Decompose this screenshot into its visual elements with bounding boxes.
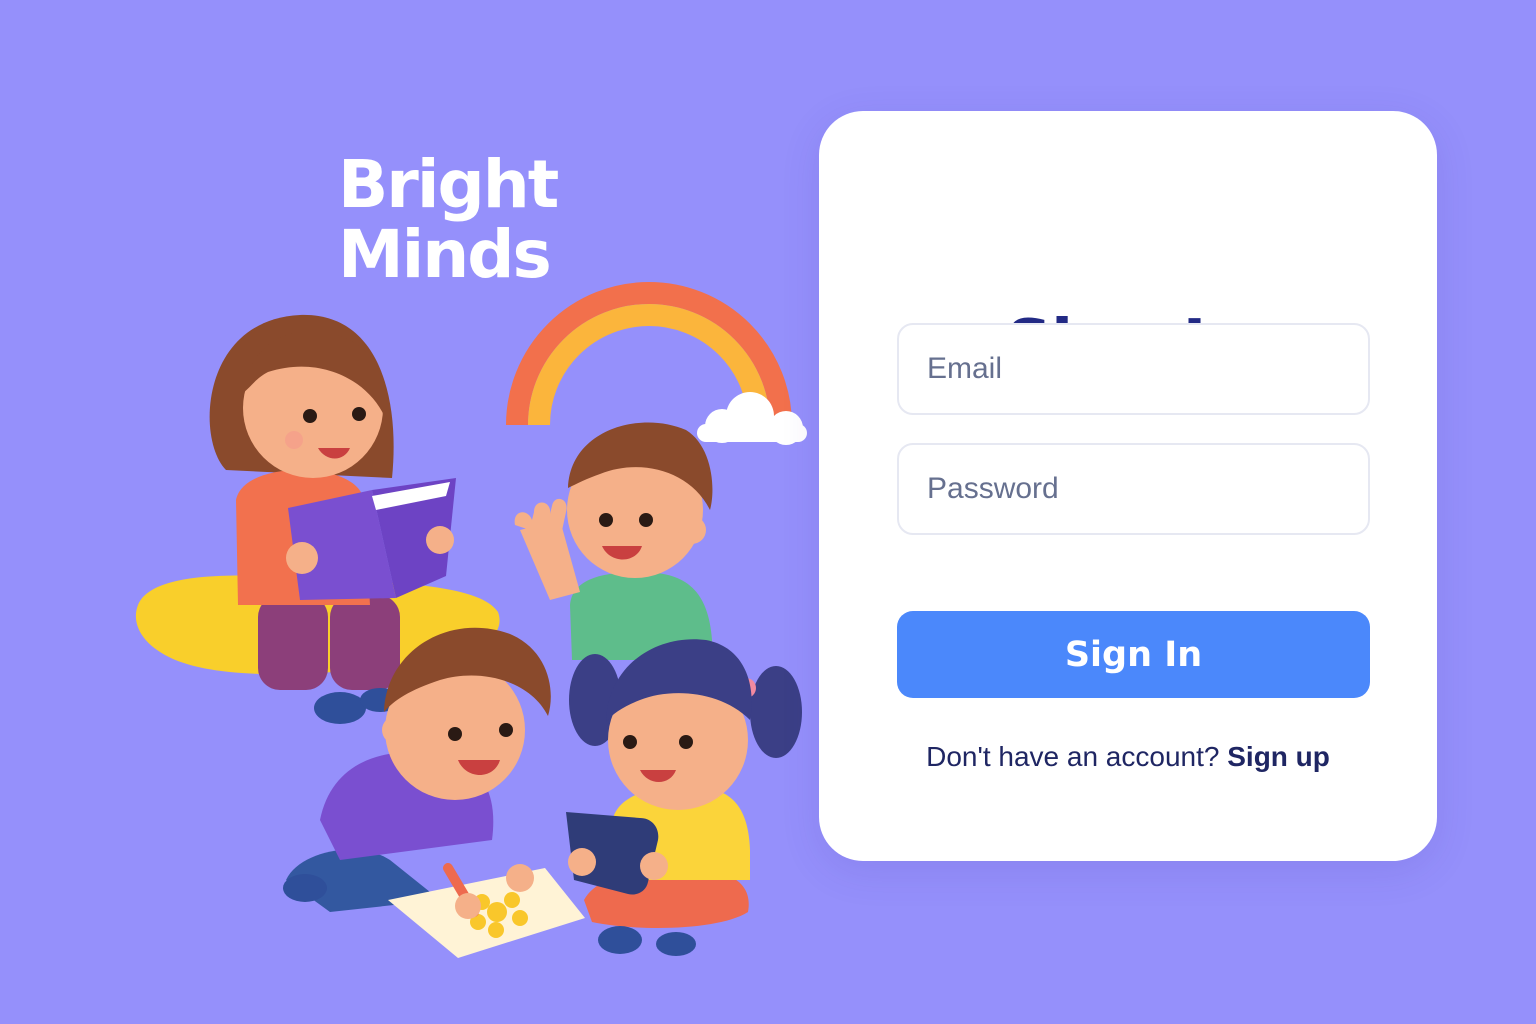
signup-prompt: Don't have an account? bbox=[926, 741, 1220, 772]
boy-waving bbox=[514, 422, 713, 660]
signup-link[interactable]: Sign up bbox=[1227, 741, 1330, 772]
signin-button[interactable]: Sign In bbox=[897, 611, 1370, 698]
girl-tablet bbox=[566, 639, 802, 956]
signin-card: Sign In Sign In Don't have an account? S… bbox=[819, 111, 1437, 861]
signup-row: Don't have an account? Sign up bbox=[819, 741, 1437, 773]
boy-drawing bbox=[283, 627, 585, 958]
email-field[interactable] bbox=[897, 323, 1370, 415]
password-field[interactable] bbox=[897, 443, 1370, 535]
cloud-icon bbox=[697, 392, 807, 445]
